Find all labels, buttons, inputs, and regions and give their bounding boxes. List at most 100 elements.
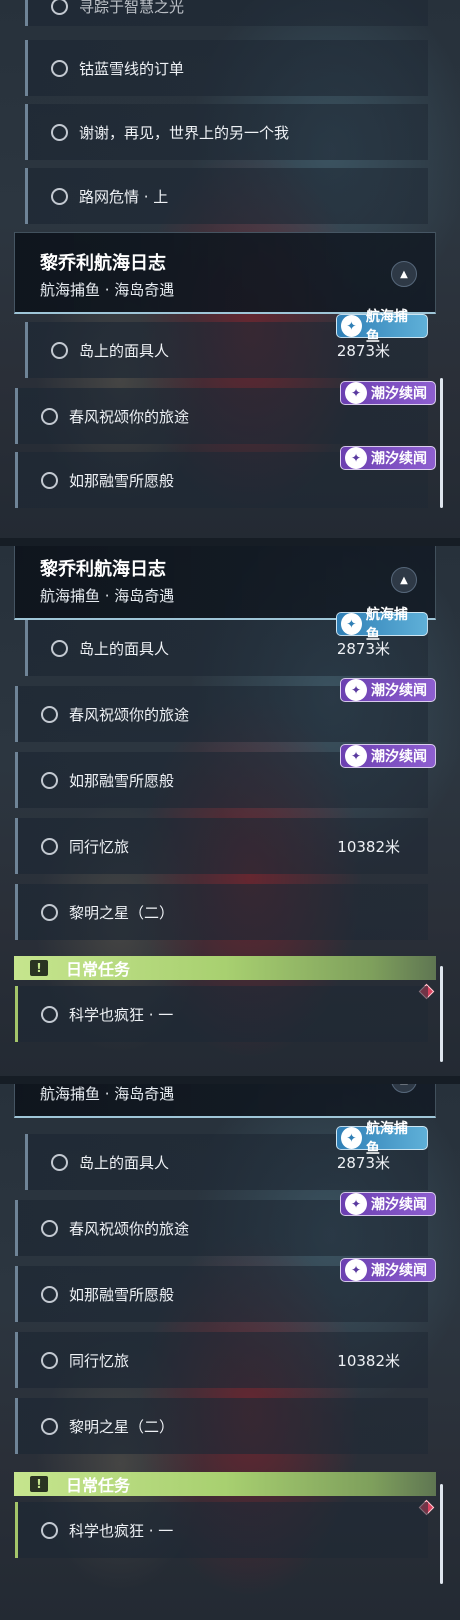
exclamation-icon: ! (30, 1476, 48, 1492)
quest-label: 黎明之星（二） (69, 1417, 175, 1436)
fishing-tag-label: 航海捕鱼 (365, 309, 408, 345)
quest-label: 春风祝颂你的旅途 (69, 705, 190, 724)
quest-row[interactable]: 同行忆旅 10382米 (15, 818, 428, 874)
quest-status-icon (51, 0, 68, 15)
quest-panel-2: 黎乔利航海日志 航海捕鱼 · 海岛奇遇 ▲ 岛上的面具人 2873米 ✦ 航海捕鱼… (0, 546, 460, 1080)
quest-status-icon (51, 639, 68, 657)
quest-status-icon (51, 1153, 68, 1171)
quest-row[interactable]: 科学也疯狂 · 一 (15, 986, 428, 1042)
quest-label: 岛上的面具人 (79, 341, 170, 360)
quest-row[interactable]: 寻踪于智慧之光 (25, 0, 428, 26)
quest-status-icon (51, 341, 68, 359)
collapse-icon[interactable]: ▲ (391, 567, 417, 593)
tide-tag: ✦ 潮汐续闻 (340, 744, 436, 768)
quest-label: 如那融雪所愿般 (69, 1285, 175, 1304)
quest-label: 同行忆旅 (69, 837, 130, 856)
quest-label: 科学也疯狂 · 一 (69, 1521, 174, 1540)
quest-status-icon (41, 837, 58, 855)
fishing-icon: ✦ (341, 613, 362, 635)
quest-distance: 10382米 (337, 1351, 400, 1370)
fishing-tag-label: 航海捕鱼 (365, 607, 408, 643)
quest-row[interactable]: 钴蓝雪线的订单 (25, 40, 428, 96)
quest-status-icon (41, 407, 58, 425)
quest-distance: 10382米 (337, 837, 400, 856)
fishing-tag-label: 航海捕鱼 (365, 1121, 408, 1157)
quest-group-subtitle: 航海捕鱼 · 海岛奇遇 (40, 1085, 175, 1103)
quest-label: 科学也疯狂 · 一 (69, 1005, 174, 1024)
frame-separator (0, 1076, 460, 1084)
quest-status-icon (51, 187, 68, 205)
tide-icon: ✦ (345, 1259, 367, 1281)
fishing-tag: ✦ 航海捕鱼 (336, 309, 428, 345)
quest-label: 如那融雪所愿般 (69, 771, 175, 790)
frame-separator (0, 538, 460, 546)
quest-row[interactable]: 谢谢，再见，世界上的另一个我 (25, 104, 428, 160)
tide-tag-label: 潮汐续闻 (371, 1197, 427, 1213)
quest-status-icon (51, 123, 68, 141)
quest-label: 同行忆旅 (69, 1351, 130, 1370)
daily-tasks-header[interactable]: ! 日常任务 (14, 1472, 436, 1496)
quest-group-subtitle: 航海捕鱼 · 海岛奇遇 (40, 587, 175, 605)
tide-tag-label: 潮汐续闻 (371, 386, 427, 402)
quest-status-icon (41, 1005, 58, 1023)
tide-icon: ✦ (345, 745, 367, 767)
collapse-icon[interactable]: ▲ (391, 261, 417, 287)
collapse-icon[interactable]: ▲ (391, 1084, 417, 1093)
tide-icon: ✦ (345, 382, 367, 404)
quest-status-icon (41, 1285, 58, 1303)
quest-label: 路网危情 · 上 (79, 187, 169, 206)
tide-icon: ✦ (345, 1193, 367, 1215)
quest-row[interactable]: 路网危情 · 上 (25, 168, 428, 224)
fishing-icon: ✦ (341, 315, 362, 337)
quest-row[interactable]: 科学也疯狂 · 一 (15, 1502, 428, 1558)
quest-status-icon (41, 771, 58, 789)
quest-group-header[interactable]: 航海捕鱼 · 海岛奇遇 ▲ (14, 1084, 436, 1118)
quest-label: 如那融雪所愿般 (69, 471, 175, 490)
quest-row[interactable]: 同行忆旅 10382米 (15, 1332, 428, 1388)
tide-tag-label: 潮汐续闻 (371, 1263, 427, 1279)
quest-label: 岛上的面具人 (79, 639, 170, 658)
daily-tasks-label: 日常任务 (66, 1476, 131, 1495)
quest-label: 钴蓝雪线的订单 (79, 59, 185, 78)
tide-tag-label: 潮汐续闻 (371, 683, 427, 699)
quest-panel-3: 航海捕鱼 · 海岛奇遇 ▲ 岛上的面具人 2873米 ✦航海捕鱼 春风祝颂你的旅… (0, 1084, 460, 1620)
quest-label: 寻踪于智慧之光 (79, 0, 185, 16)
fishing-tag: ✦ 航海捕鱼 (336, 1121, 428, 1157)
tide-icon: ✦ (345, 447, 367, 469)
tide-tag: ✦ 潮汐续闻 (340, 381, 436, 405)
scrollbar[interactable] (440, 966, 443, 1062)
quest-group-header[interactable]: 黎乔利航海日志 航海捕鱼 · 海岛奇遇 ▲ (14, 232, 436, 314)
daily-tasks-header[interactable]: ! 日常任务 (14, 956, 436, 980)
quest-status-icon (41, 1417, 58, 1435)
daily-tasks-label: 日常任务 (66, 960, 131, 979)
quest-status-icon (41, 471, 58, 489)
quest-label: 黎明之星（二） (69, 903, 175, 922)
quest-status-icon (41, 705, 58, 723)
quest-label: 春风祝颂你的旅途 (69, 1219, 190, 1238)
tide-icon: ✦ (345, 679, 367, 701)
quest-status-icon (41, 1351, 58, 1369)
quest-label: 岛上的面具人 (79, 1153, 170, 1172)
scrollbar[interactable] (440, 1484, 443, 1584)
quest-label: 春风祝颂你的旅途 (69, 407, 190, 426)
quest-panel-1: 寻踪于智慧之光 钴蓝雪线的订单 谢谢，再见，世界上的另一个我 路网危情 · 上 … (0, 0, 460, 540)
quest-group-subtitle: 航海捕鱼 · 海岛奇遇 (40, 281, 175, 299)
quest-group-title: 黎乔利航海日志 (40, 559, 166, 580)
fishing-tag: ✦ 航海捕鱼 (336, 607, 428, 643)
tide-tag: ✦ 潮汐续闻 (340, 1258, 436, 1282)
tide-tag-label: 潮汐续闻 (371, 749, 427, 765)
quest-label: 谢谢，再见，世界上的另一个我 (79, 123, 290, 142)
tide-tag: ✦ 潮汐续闻 (340, 1192, 436, 1216)
quest-status-icon (41, 1219, 58, 1237)
tide-tag: ✦ 潮汐续闻 (340, 678, 436, 702)
quest-status-icon (41, 1521, 58, 1539)
fishing-icon: ✦ (341, 1127, 362, 1149)
quest-status-icon (51, 59, 68, 77)
quest-row[interactable]: 黎明之星（二） (15, 1398, 428, 1454)
tide-tag: ✦ 潮汐续闻 (340, 446, 436, 470)
tide-tag-label: 潮汐续闻 (371, 451, 427, 467)
quest-status-icon (41, 903, 58, 921)
exclamation-icon: ! (30, 960, 48, 976)
scrollbar[interactable] (440, 378, 443, 508)
quest-row[interactable]: 黎明之星（二） (15, 884, 428, 940)
